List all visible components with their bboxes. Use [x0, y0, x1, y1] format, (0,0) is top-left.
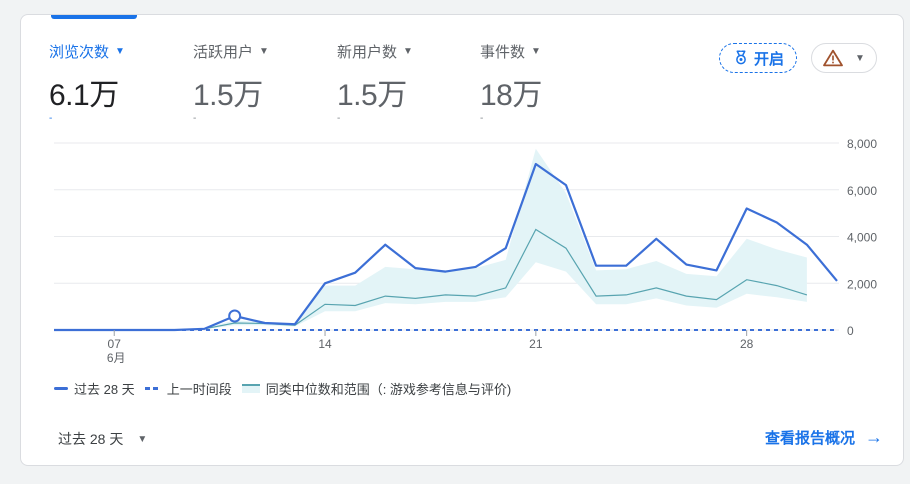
y-tick-label: 4,000	[847, 231, 877, 245]
y-tick-label: 6,000	[847, 184, 877, 198]
metric-new-users[interactable]: 新用户数 ▼ 1.5万 -	[337, 41, 413, 124]
caret-down-icon: ▼	[259, 46, 269, 57]
legend-solid-swatch	[54, 387, 68, 390]
award-icon	[736, 50, 746, 65]
date-range-label: 过去 28 天	[58, 431, 124, 447]
metric-events[interactable]: 事件数 ▼ 18万 -	[480, 41, 542, 124]
legend-previous[interactable]: 上一时间段	[144, 379, 232, 398]
legend-current-label: 过去 28 天	[74, 382, 135, 397]
legend-dashed-swatch	[144, 387, 161, 390]
legend-current[interactable]: 过去 28 天	[54, 379, 135, 398]
active-tab-indicator	[51, 15, 137, 19]
chart-legend: 过去 28 天 上一时间段 同类中位数和范围（: 游戏参考信息与评价)	[54, 379, 511, 398]
metric-events-change: -	[480, 113, 484, 124]
legend-benchmark-label: 同类中位数和范围（: 游戏参考信息与评价)	[265, 382, 512, 397]
caret-down-icon: ▼	[531, 46, 541, 57]
line-chart: 0 2,000 4,000 6,000 8,000 076月 14 21 28	[54, 137, 877, 365]
metric-new-users-label: 新用户数	[337, 44, 398, 61]
x-tick-label: 14	[318, 337, 332, 351]
legend-band-swatch	[241, 384, 260, 393]
legend-previous-label: 上一时间段	[166, 382, 232, 397]
x-tick-sublabel: 6月	[107, 351, 126, 365]
y-tick-label: 8,000	[847, 137, 877, 151]
x-tick-label: 07	[108, 337, 122, 351]
metric-events-label: 事件数	[480, 44, 526, 61]
caret-down-icon: ▼	[115, 46, 125, 57]
view-report-label: 查看报告概况	[764, 430, 855, 447]
view-report-link[interactable]: 查看报告概况 →	[765, 427, 883, 448]
caret-down-icon: ▼	[855, 52, 865, 64]
metric-views-label: 浏览次数	[49, 44, 110, 61]
metric-views[interactable]: 浏览次数 ▼ 6.1万 -	[49, 41, 125, 124]
date-range-dropdown[interactable]: 过去 28 天 ▼	[58, 429, 147, 449]
metric-events-value: 18万	[480, 79, 542, 112]
x-tick-label: 28	[740, 337, 754, 351]
overview-card: 浏览次数 ▼ 6.1万 - 活跃用户 ▼ 1.5万 - 新用户数 ▼ 1.5万 - 事…	[20, 14, 904, 466]
legend-benchmark[interactable]: 同类中位数和范围（: 游戏参考信息与评价)	[241, 379, 512, 398]
enable-button-label: 开启	[753, 50, 784, 68]
enable-button[interactable]: 开启	[719, 43, 797, 73]
highlight-point	[228, 309, 242, 323]
caret-down-icon: ▼	[137, 433, 148, 445]
metric-active-users-value: 1.5万	[193, 79, 263, 112]
arrow-right-icon: →	[865, 427, 883, 447]
metric-new-users-value: 1.5万	[337, 79, 407, 112]
metric-views-change: -	[49, 113, 53, 124]
metric-active-users-change: -	[193, 113, 197, 124]
benchmark-range-band	[204, 148, 807, 330]
warning-dropdown[interactable]: ▼	[811, 43, 877, 73]
x-tick-label: 21	[529, 337, 543, 351]
metric-active-users[interactable]: 活跃用户 ▼ 1.5万 -	[193, 41, 269, 124]
metric-views-value: 6.1万	[49, 79, 119, 112]
caret-down-icon: ▼	[403, 46, 413, 57]
y-tick-label: 2,000	[847, 277, 877, 291]
metric-new-users-change: -	[337, 113, 341, 124]
y-tick-label: 0	[847, 324, 854, 338]
metric-active-users-label: 活跃用户	[193, 44, 254, 61]
warning-icon	[823, 49, 843, 67]
